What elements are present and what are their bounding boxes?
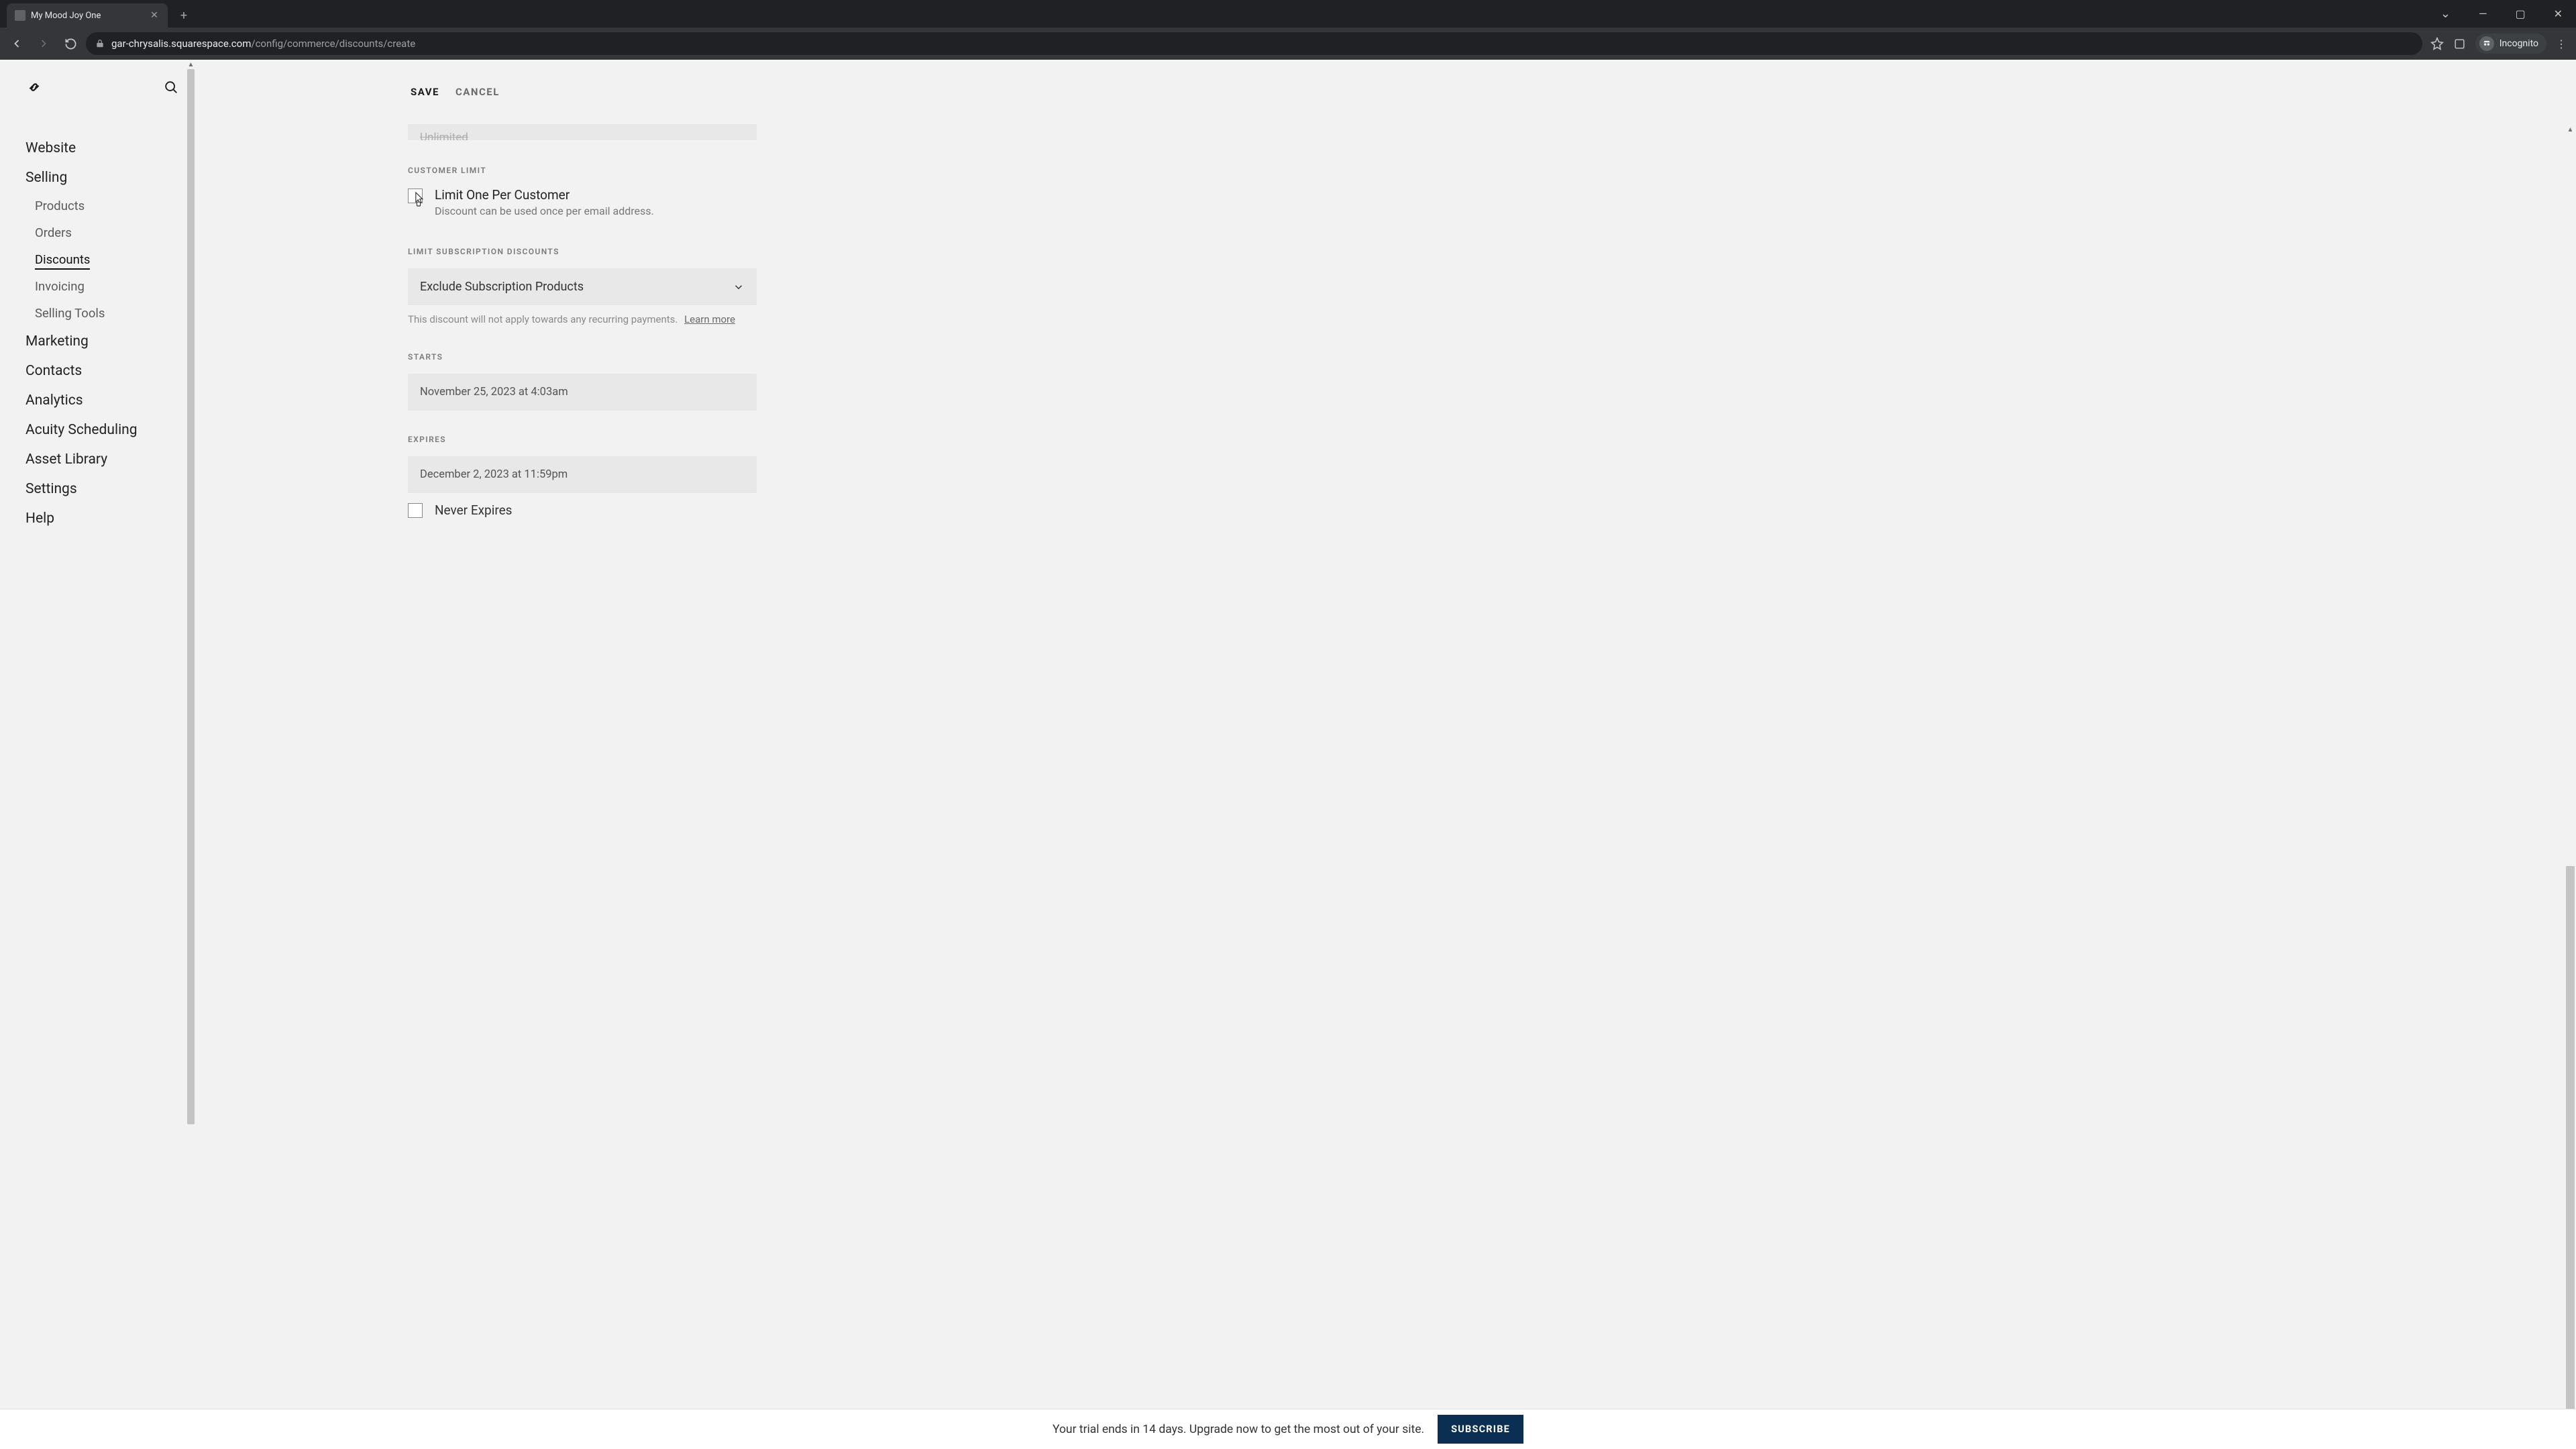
sidebar-item-settings[interactable]: Settings <box>25 474 196 504</box>
trial-banner: Your trial ends in 14 days. Upgrade now … <box>0 1409 2576 1449</box>
tab-strip: My Mood Joy One ✕ + ⌄ ― ▢ ✕ <box>0 0 2576 28</box>
page-viewport: Website Selling Products Orders Discount… <box>0 60 2576 1449</box>
browser-toolbar: gar-chrysalis.squarespace.com/config/com… <box>0 28 2576 60</box>
sidebar-sub-orders[interactable]: Orders <box>35 219 196 246</box>
sidebar: Website Selling Products Orders Discount… <box>0 60 196 1449</box>
close-window-button[interactable]: ✕ <box>2546 3 2571 24</box>
back-button[interactable] <box>5 32 28 55</box>
limit-per-customer-desc: Discount can be used once per email addr… <box>435 205 654 217</box>
never-expires-checkbox[interactable] <box>408 503 423 518</box>
usage-limit-value: Unlimited <box>420 131 468 140</box>
save-button[interactable]: SAVE <box>411 86 439 98</box>
sidebar-sub-products[interactable]: Products <box>35 193 196 219</box>
maximize-button[interactable]: ▢ <box>2507 3 2533 24</box>
sidebar-item-asset-library[interactable]: Asset Library <box>25 445 196 474</box>
favicon-icon <box>15 10 25 21</box>
usage-limit-select[interactable]: Unlimited <box>408 124 757 140</box>
sidebar-item-analytics[interactable]: Analytics <box>25 386 196 415</box>
sidebar-item-contacts[interactable]: Contacts <box>25 356 196 386</box>
lock-icon <box>95 39 105 48</box>
minimize-button[interactable]: ― <box>2471 3 2496 24</box>
chevron-down-icon <box>733 281 745 293</box>
incognito-icon <box>2479 36 2494 51</box>
sidebar-item-help[interactable]: Help <box>25 504 196 533</box>
section-customer-limit: CUSTOMER LIMIT <box>408 166 757 175</box>
address-bar[interactable]: gar-chrysalis.squarespace.com/config/com… <box>86 32 2422 55</box>
extensions-icon[interactable] <box>2453 38 2466 50</box>
window-controls: ⌄ ― ▢ ✕ <box>2432 0 2576 28</box>
forward-button[interactable] <box>32 32 55 55</box>
never-expires-label: Never Expires <box>435 502 512 518</box>
sidebar-sub-invoicing[interactable]: Invoicing <box>35 273 196 300</box>
url-host: gar-chrysalis.squarespace.com/config/com… <box>111 38 415 50</box>
expires-date-input[interactable]: December 2, 2023 at 11:59pm <box>408 456 757 493</box>
limit-per-customer-title: Limit One Per Customer <box>435 187 654 203</box>
sidebar-item-selling[interactable]: Selling <box>25 163 196 193</box>
scroll-up-icon[interactable]: ▲ <box>2565 124 2576 135</box>
search-icon[interactable] <box>164 80 178 95</box>
cancel-button[interactable]: CANCEL <box>455 86 500 98</box>
sidebar-item-marketing[interactable]: Marketing <box>25 327 196 356</box>
main-scrollbar[interactable]: ▲ ▼ <box>2565 124 2576 1449</box>
squarespace-logo-icon[interactable] <box>25 78 43 96</box>
sidebar-sub-selling-tools[interactable]: Selling Tools <box>35 300 196 327</box>
browser-menu-icon[interactable]: ⋮ <box>2556 38 2567 50</box>
section-starts: STARTS <box>408 352 757 362</box>
sidebar-item-website[interactable]: Website <box>25 133 196 163</box>
trial-message: Your trial ends in 14 days. Upgrade now … <box>1053 1423 1424 1436</box>
actions-bar: SAVE CANCEL <box>196 60 2576 124</box>
subscription-helper: This discount will not apply towards any… <box>408 313 757 325</box>
subscription-limit-value: Exclude Subscription Products <box>420 280 584 294</box>
browser-tab[interactable]: My Mood Joy One ✕ <box>7 3 168 28</box>
limit-per-customer-checkbox[interactable] <box>408 189 423 203</box>
section-subscription: LIMIT SUBSCRIPTION DISCOUNTS <box>408 247 757 256</box>
starts-date-input[interactable]: November 25, 2023 at 4:03am <box>408 374 757 411</box>
tab-title: My Mood Joy One <box>31 11 144 21</box>
incognito-badge[interactable]: Incognito <box>2475 34 2546 54</box>
learn-more-link[interactable]: Learn more <box>684 313 735 325</box>
scrollbar-thumb[interactable] <box>2566 866 2575 1423</box>
tab-close-icon[interactable]: ✕ <box>149 10 160 21</box>
new-tab-button[interactable]: + <box>174 6 193 25</box>
sidebar-item-acuity[interactable]: Acuity Scheduling <box>25 415 196 445</box>
section-expires: EXPIRES <box>408 435 757 444</box>
subscription-limit-select[interactable]: Exclude Subscription Products <box>408 268 757 305</box>
sidebar-scrollbar[interactable]: ▲ ▼ <box>186 60 196 1449</box>
reload-button[interactable] <box>59 32 82 55</box>
subscribe-button[interactable]: SUBSCRIBE <box>1438 1415 1523 1444</box>
main-content: SAVE CANCEL Unlimited CUSTOMER LIMIT <box>196 60 2576 1449</box>
tab-search-icon[interactable]: ⌄ <box>2432 3 2459 25</box>
bookmark-icon[interactable] <box>2430 37 2444 50</box>
sidebar-sub-discounts[interactable]: Discounts <box>35 246 196 273</box>
scroll-up-icon[interactable]: ▲ <box>186 60 196 69</box>
incognito-label: Incognito <box>2500 38 2538 49</box>
scrollbar-thumb[interactable] <box>187 69 195 1124</box>
